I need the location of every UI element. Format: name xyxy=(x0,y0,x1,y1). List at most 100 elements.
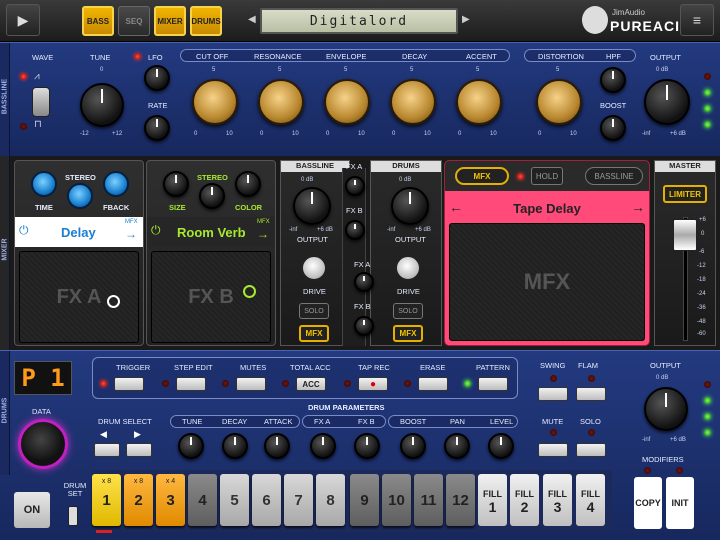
master-fader-handle[interactable] xyxy=(673,219,697,251)
mfx-bassline-button[interactable]: BASSLINE xyxy=(585,167,643,185)
step-button-9[interactable]: 9 xyxy=(350,474,379,526)
bass-fx-a-knob[interactable] xyxy=(345,176,365,196)
swing-button[interactable] xyxy=(538,387,568,401)
drum-attack-knob[interactable] xyxy=(264,433,290,459)
tab-drums[interactable]: DRUMS xyxy=(190,6,222,36)
drum-fx-a-knob[interactable] xyxy=(354,272,374,292)
drum-ch-mfx-button[interactable]: MFX xyxy=(393,325,423,342)
mfx-button[interactable]: MFX xyxy=(455,167,509,185)
flam-button[interactable] xyxy=(576,387,606,401)
accent-knob[interactable] xyxy=(456,79,502,125)
data-wheel[interactable] xyxy=(18,419,68,469)
drum-pan-knob[interactable] xyxy=(444,433,470,459)
mfx-xy-pad[interactable]: MFX xyxy=(449,223,645,341)
solo-button[interactable] xyxy=(576,443,606,457)
power-icon[interactable]: ⏻ xyxy=(151,223,161,238)
fx-b-xy-pad[interactable]: FX B xyxy=(151,251,271,343)
bass-ch-mfx-button[interactable]: MFX xyxy=(299,325,329,342)
bass-fx-b-knob[interactable] xyxy=(345,220,365,240)
hpf-knob[interactable] xyxy=(600,67,626,93)
lfo-knob[interactable] xyxy=(144,65,170,91)
boost-knob[interactable] xyxy=(600,115,626,141)
drum-select-prev-button[interactable] xyxy=(94,443,120,457)
fx-a-stereo-knob[interactable] xyxy=(67,183,93,209)
fx-b-color-knob[interactable] xyxy=(235,171,261,197)
drum-ch-output-knob[interactable] xyxy=(391,187,429,225)
fill-button-3[interactable]: FILL 3 xyxy=(543,474,572,526)
envelope-knob[interactable] xyxy=(324,79,370,125)
drum-fx-b-knob[interactable] xyxy=(354,316,374,336)
prev-pattern-icon[interactable]: ◀ xyxy=(248,14,256,25)
step-button-5[interactable]: 5 xyxy=(220,474,249,526)
fill-button-1[interactable]: FILL 1 xyxy=(478,474,507,526)
fx-a-xy-pad[interactable]: FX A xyxy=(19,251,139,343)
drum-set-switch[interactable] xyxy=(68,506,78,526)
tune-knob[interactable] xyxy=(80,83,124,127)
power-icon[interactable]: ⏻ xyxy=(19,223,29,238)
init-button[interactable]: INIT xyxy=(666,477,694,529)
hold-button[interactable]: HOLD xyxy=(531,167,563,185)
arrow-right-icon[interactable]: → xyxy=(125,227,137,241)
next-pattern-icon[interactable]: ▶ xyxy=(462,14,470,25)
bass-ch-drive-knob[interactable] xyxy=(301,255,327,281)
on-button[interactable]: ON xyxy=(14,492,50,528)
tab-bass[interactable]: BASS xyxy=(82,6,114,36)
step-3-sub: x 4 xyxy=(165,478,176,485)
drum-fx-a-knob[interactable] xyxy=(310,433,336,459)
wave-switch[interactable] xyxy=(32,87,50,117)
rate-knob[interactable] xyxy=(144,115,170,141)
cutoff-knob[interactable] xyxy=(192,79,238,125)
drum-output-knob[interactable] xyxy=(644,387,688,431)
tab-seq[interactable]: SEQ xyxy=(118,6,150,36)
tap-rec-button[interactable]: ● xyxy=(358,377,388,391)
acc-button[interactable]: ACC xyxy=(296,377,326,391)
mutes-button[interactable] xyxy=(236,377,266,391)
drum-ch-solo-button[interactable]: SOLO xyxy=(393,303,423,319)
drum-level-knob[interactable] xyxy=(488,433,514,459)
resonance-knob[interactable] xyxy=(258,79,304,125)
pattern-name-display[interactable]: Digitalord xyxy=(260,8,458,34)
fx-b-stereo-knob[interactable] xyxy=(199,183,225,209)
distortion-knob[interactable] xyxy=(536,79,582,125)
hpf-label: HPF xyxy=(606,52,621,61)
fx-b-pad-cursor[interactable] xyxy=(243,285,256,298)
step-button-12[interactable]: 12 xyxy=(446,474,475,526)
erase-button[interactable] xyxy=(418,377,448,391)
step-button-4[interactable]: 4 xyxy=(188,474,217,526)
menu-button[interactable]: ≡ xyxy=(680,4,714,36)
fill-button-2[interactable]: FILL 2 xyxy=(510,474,539,526)
step-button-11[interactable]: 11 xyxy=(414,474,443,526)
fx-b-size-knob[interactable] xyxy=(163,171,189,197)
step-button-2[interactable]: x 8 2 xyxy=(124,474,153,526)
limiter-button[interactable]: LIMITER xyxy=(663,185,707,203)
trigger-button[interactable] xyxy=(114,377,144,391)
copy-button[interactable]: COPY xyxy=(634,477,662,529)
decay-knob[interactable] xyxy=(390,79,436,125)
fx-a-fback-knob[interactable] xyxy=(103,171,129,197)
step-edit-button[interactable] xyxy=(176,377,206,391)
drum-decay-knob[interactable] xyxy=(222,433,248,459)
step-button-6[interactable]: 6 xyxy=(252,474,281,526)
fx-a-pad-cursor[interactable] xyxy=(107,295,120,308)
drum-select-next-button[interactable] xyxy=(126,443,152,457)
drum-tune-knob[interactable] xyxy=(178,433,204,459)
step-button-1[interactable]: x 8 1 xyxy=(92,474,121,526)
step-button-7[interactable]: 7 xyxy=(284,474,313,526)
drum-fx-b-knob[interactable] xyxy=(354,433,380,459)
mute-button[interactable] xyxy=(538,443,568,457)
play-button[interactable]: ▶ xyxy=(6,4,40,36)
bass-output-knob[interactable] xyxy=(644,79,690,125)
pattern-button[interactable] xyxy=(478,377,508,391)
drum-ch-drive-knob[interactable] xyxy=(395,255,421,281)
arrow-right-icon[interactable]: → xyxy=(257,227,269,241)
step-button-3[interactable]: x 4 3 xyxy=(156,474,185,526)
bass-ch-solo-button[interactable]: SOLO xyxy=(299,303,329,319)
drum-boost-knob[interactable] xyxy=(400,433,426,459)
step-button-10[interactable]: 10 xyxy=(382,474,411,526)
fx-a-time-knob[interactable] xyxy=(31,171,57,197)
tab-mixer[interactable]: MIXER xyxy=(154,6,186,36)
arrow-right-icon[interactable]: → xyxy=(631,199,645,215)
bass-ch-output-knob[interactable] xyxy=(293,187,331,225)
fill-button-4[interactable]: FILL 4 xyxy=(576,474,605,526)
step-button-8[interactable]: 8 xyxy=(316,474,345,526)
